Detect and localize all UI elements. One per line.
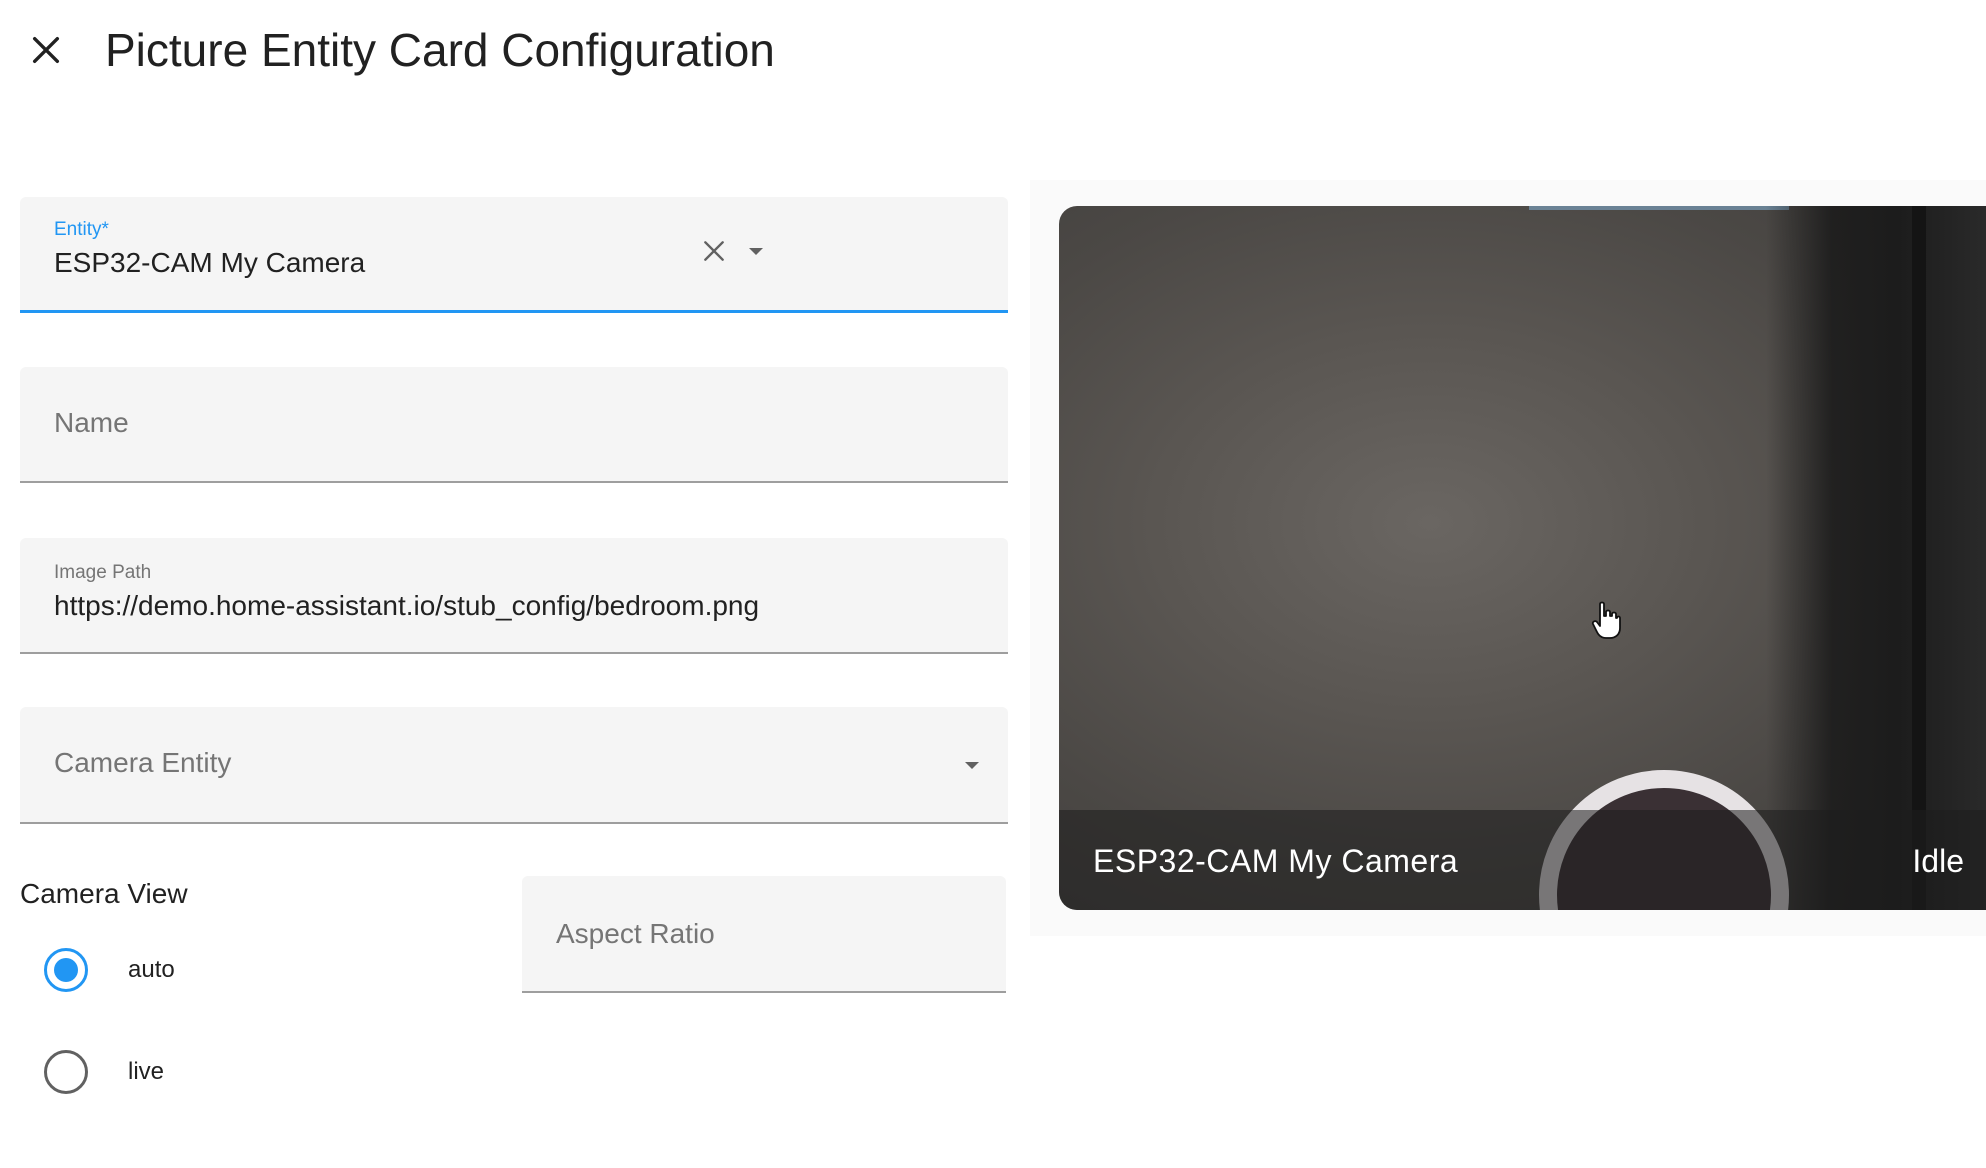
card-entity-state: Idle [1912, 843, 1964, 879]
camera-view-auto-radio[interactable]: auto [44, 948, 175, 992]
entity-picker[interactable]: Entity* ESP32-CAM My Camera [20, 197, 1008, 313]
chevron-down-icon [749, 248, 763, 255]
camera-image-shadow [1766, 206, 1986, 910]
entity-label: Entity* [54, 219, 109, 240]
radio-unchecked-icon [44, 1050, 88, 1094]
close-icon [32, 36, 60, 64]
image-path-field[interactable]: Image Path https://demo.home-assistant.i… [20, 538, 1008, 654]
card-entity-name: ESP32-CAM My Camera [1093, 843, 1459, 879]
image-path-value: https://demo.home-assistant.io/stub_conf… [54, 590, 760, 621]
entity-dropdown-button[interactable] [732, 227, 780, 275]
name-label: Name [54, 407, 129, 438]
camera-view-label: Camera View [20, 878, 188, 909]
camera-view-live-radio[interactable]: live [44, 1050, 164, 1094]
radio-checked-icon [44, 948, 88, 992]
aspect-ratio-label: Aspect Ratio [556, 918, 715, 949]
clear-entity-button[interactable] [690, 227, 738, 275]
camera-entity-label: Camera Entity [54, 747, 232, 778]
chevron-down-icon [965, 762, 979, 769]
hand-cursor-icon [1591, 601, 1621, 639]
aspect-ratio-field[interactable]: Aspect Ratio [522, 876, 1006, 993]
camera-view-live-label: live [128, 1058, 165, 1085]
close-button[interactable] [18, 22, 74, 78]
camera-view-auto-label: auto [128, 956, 175, 983]
page-title: Picture Entity Card Configuration [105, 24, 775, 76]
camera-entity-picker[interactable]: Camera Entity [20, 707, 1008, 824]
entity-value: ESP32-CAM My Camera [54, 247, 366, 278]
name-field[interactable]: Name [20, 367, 1008, 483]
clear-icon [704, 241, 724, 261]
camera-entity-dropdown-button[interactable] [948, 741, 996, 789]
camera-image-highlight [1529, 206, 1789, 210]
picture-entity-card-preview[interactable]: ESP32-CAM My Camera Idle [1059, 206, 1986, 910]
image-path-label: Image Path [54, 562, 152, 583]
camera-image-stripe [1912, 206, 1926, 910]
